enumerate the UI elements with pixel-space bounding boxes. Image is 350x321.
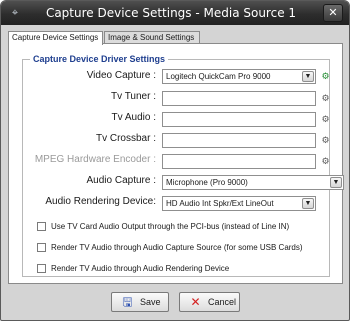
window-title: Capture Device Settings - Media Source 1: [45, 6, 297, 20]
video-capture-label: Video Capture :: [86, 70, 156, 81]
chevron-down-icon[interactable]: ▼: [330, 177, 342, 188]
audio-capture-select[interactable]: Microphone (Pro 9000) ▼: [162, 175, 344, 190]
audio-rendering-label: Audio Rendering Device:: [45, 196, 156, 207]
floppy-disk-icon: 🖫: [122, 295, 133, 309]
settings-icon[interactable]: ⚙: [320, 156, 331, 167]
tv-tuner-label: Tv Tuner :: [110, 91, 156, 102]
tv-audio-label: Tv Audio :: [111, 112, 156, 123]
render-device-label: Render TV Audio through Audio Rendering …: [51, 264, 230, 273]
close-window-button[interactable]: ✕: [323, 4, 343, 22]
save-button[interactable]: 🖫 Save: [111, 292, 169, 312]
tab-capture-device-settings[interactable]: Capture Device Settings: [8, 31, 103, 45]
chevron-down-icon[interactable]: ▼: [302, 198, 314, 209]
settings-icon[interactable]: ⚙: [320, 135, 331, 146]
pci-audio-label: Use TV Card Audio Output through the PCI…: [51, 222, 290, 231]
close-x-icon: ✕: [190, 295, 201, 309]
tv-audio-field[interactable]: [162, 112, 316, 127]
audio-capture-label: Audio Capture :: [86, 175, 157, 186]
video-capture-value: Logitech QuickCam Pro 9000: [166, 72, 271, 81]
render-device-checkbox[interactable]: [37, 264, 46, 273]
settings-icon[interactable]: ⚙: [320, 71, 331, 82]
video-capture-select[interactable]: Logitech QuickCam Pro 9000 ▼: [162, 69, 316, 84]
chevron-down-icon[interactable]: ▼: [302, 71, 314, 82]
render-capture-label: Render TV Audio through Audio Capture So…: [51, 243, 303, 252]
audio-rendering-select[interactable]: HD Audio Int Spkr/Ext LineOut ▼: [162, 196, 316, 211]
cancel-button[interactable]: ✕ Cancel: [179, 292, 240, 312]
pci-audio-checkbox[interactable]: [37, 222, 46, 231]
audio-capture-value: Microphone (Pro 9000): [166, 178, 248, 187]
driver-settings-group: Capture Device Driver Settings Video Cap…: [22, 54, 344, 277]
signal-icon: ⌖: [11, 7, 19, 19]
group-title: Capture Device Driver Settings: [30, 54, 169, 65]
tv-tuner-field[interactable]: [162, 91, 316, 106]
settings-icon[interactable]: ⚙: [320, 93, 331, 104]
tab-panel: Capture Device Driver Settings Video Cap…: [8, 43, 344, 284]
tv-crossbar-label: Tv Crossbar :: [95, 133, 156, 144]
settings-icon[interactable]: ⚙: [320, 114, 331, 125]
mpeg-encoder-field[interactable]: [162, 154, 316, 169]
cancel-button-label: Cancel: [208, 297, 237, 307]
capture-device-settings-window: ⌖ Capture Device Settings - Media Source…: [0, 0, 350, 321]
mpeg-encoder-label: MPEG Hardware Encoder :: [34, 154, 156, 165]
save-button-label: Save: [140, 297, 161, 307]
tv-crossbar-field[interactable]: [162, 133, 316, 148]
render-capture-checkbox[interactable]: [37, 243, 46, 252]
title-bar[interactable]: ⌖ Capture Device Settings - Media Source…: [1, 1, 349, 25]
audio-rendering-value: HD Audio Int Spkr/Ext LineOut: [166, 199, 274, 208]
